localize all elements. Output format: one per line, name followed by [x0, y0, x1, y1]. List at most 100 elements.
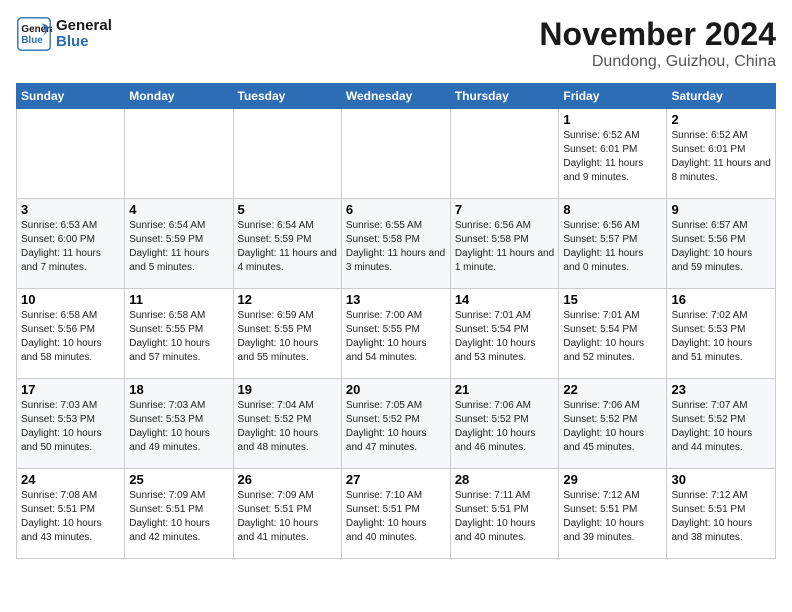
calendar-cell: 11 Sunrise: 6:58 AM Sunset: 5:55 PM Dayli… [125, 289, 233, 379]
day-number: 21 [455, 382, 555, 397]
logo-blue: Blue [56, 34, 112, 51]
calendar-cell: 20 Sunrise: 7:05 AM Sunset: 5:52 PM Dayli… [341, 379, 450, 469]
day-number: 17 [21, 382, 120, 397]
calendar-cell: 18Sunrise: 7:03 AM Sunset: 5:53 PM Dayli… [125, 379, 233, 469]
day-info: Sunrise: 6:56 AM Sunset: 5:57 PM Dayligh… [563, 219, 662, 275]
calendar-cell: 28 Sunrise: 7:11 AM Sunset: 5:51 PM Dayli… [450, 469, 559, 559]
logo-text: General [56, 18, 112, 35]
location-title: Dundong, Guizhou, China [539, 53, 776, 71]
day-number: 6 [346, 202, 446, 217]
day-info: Sunrise: 7:10 AM Sunset: 5:51 PM Dayligh… [346, 489, 446, 545]
day-number: 23 [671, 382, 771, 397]
calendar-cell: 17Sunrise: 7:03 AM Sunset: 5:53 PM Dayli… [17, 379, 125, 469]
week-row-1: 1Sunrise: 6:52 AM Sunset: 6:01 PM Daylig… [17, 109, 776, 199]
day-number: 11 [129, 292, 228, 307]
week-row-5: 24 Sunrise: 7:08 AM Sunset: 5:51 PM Dayli… [17, 469, 776, 559]
weekday-header-friday: Friday [559, 84, 667, 109]
day-number: 19 [238, 382, 337, 397]
day-info: Sunrise: 7:01 AM Sunset: 5:54 PM Dayligh… [455, 309, 555, 365]
calendar-cell: 6Sunrise: 6:55 AM Sunset: 5:58 PM Daylig… [341, 199, 450, 289]
calendar-cell: 15 Sunrise: 7:01 AM Sunset: 5:54 PM Dayli… [559, 289, 667, 379]
day-info: Sunrise: 7:06 AM Sunset: 5:52 PM Dayligh… [563, 399, 662, 455]
day-number: 5 [238, 202, 337, 217]
day-info: Sunrise: 7:05 AM Sunset: 5:52 PM Dayligh… [346, 399, 446, 455]
calendar-cell: 24 Sunrise: 7:08 AM Sunset: 5:51 PM Dayli… [17, 469, 125, 559]
calendar-cell: 19Sunrise: 7:04 AM Sunset: 5:52 PM Dayli… [233, 379, 341, 469]
logo-icon: General Blue [16, 16, 52, 52]
day-info: Sunrise: 7:12 AM Sunset: 5:51 PM Dayligh… [671, 489, 771, 545]
day-info: Sunrise: 7:11 AM Sunset: 5:51 PM Dayligh… [455, 489, 555, 545]
day-number: 16 [671, 292, 771, 307]
day-info: Sunrise: 7:06 AM Sunset: 5:52 PM Dayligh… [455, 399, 555, 455]
calendar-table: SundayMondayTuesdayWednesdayThursdayFrid… [16, 83, 776, 559]
header: General Blue General Blue November 2024 … [16, 16, 776, 71]
day-info: Sunrise: 6:56 AM Sunset: 5:58 PM Dayligh… [455, 219, 555, 275]
day-info: Sunrise: 7:09 AM Sunset: 5:51 PM Dayligh… [238, 489, 337, 545]
day-number: 12 [238, 292, 337, 307]
day-info: Sunrise: 6:58 AM Sunset: 5:56 PM Dayligh… [21, 309, 120, 365]
day-number: 20 [346, 382, 446, 397]
weekday-header-monday: Monday [125, 84, 233, 109]
day-info: Sunrise: 6:59 AM Sunset: 5:55 PM Dayligh… [238, 309, 337, 365]
calendar-cell: 30 Sunrise: 7:12 AM Sunset: 5:51 PM Dayli… [667, 469, 776, 559]
day-number: 2 [671, 112, 771, 127]
day-number: 14 [455, 292, 555, 307]
day-number: 22 [563, 382, 662, 397]
day-info: Sunrise: 6:52 AM Sunset: 6:01 PM Dayligh… [563, 129, 662, 185]
logo: General Blue General Blue [16, 16, 112, 52]
day-number: 3 [21, 202, 120, 217]
calendar-cell: 21 Sunrise: 7:06 AM Sunset: 5:52 PM Dayli… [450, 379, 559, 469]
week-row-2: 3Sunrise: 6:53 AM Sunset: 6:00 PM Daylig… [17, 199, 776, 289]
calendar-cell: 25Sunrise: 7:09 AM Sunset: 5:51 PM Dayli… [125, 469, 233, 559]
calendar-cell: 7Sunrise: 6:56 AM Sunset: 5:58 PM Daylig… [450, 199, 559, 289]
weekday-header-tuesday: Tuesday [233, 84, 341, 109]
calendar-cell: 27 Sunrise: 7:10 AM Sunset: 5:51 PM Dayli… [341, 469, 450, 559]
calendar-cell: 12 Sunrise: 6:59 AM Sunset: 5:55 PM Dayli… [233, 289, 341, 379]
day-number: 28 [455, 472, 555, 487]
day-info: Sunrise: 7:01 AM Sunset: 5:54 PM Dayligh… [563, 309, 662, 365]
day-number: 30 [671, 472, 771, 487]
calendar-cell: 13Sunrise: 7:00 AM Sunset: 5:55 PM Dayli… [341, 289, 450, 379]
calendar-cell: 2 Sunrise: 6:52 AM Sunset: 6:01 PM Daylig… [667, 109, 776, 199]
day-number: 27 [346, 472, 446, 487]
title-area: November 2024 Dundong, Guizhou, China [539, 16, 776, 71]
day-info: Sunrise: 6:52 AM Sunset: 6:01 PM Dayligh… [671, 129, 771, 185]
week-row-4: 17Sunrise: 7:03 AM Sunset: 5:53 PM Dayli… [17, 379, 776, 469]
calendar-cell: 5Sunrise: 6:54 AM Sunset: 5:59 PM Daylig… [233, 199, 341, 289]
calendar-cell [233, 109, 341, 199]
week-row-3: 10 Sunrise: 6:58 AM Sunset: 5:56 PM Dayli… [17, 289, 776, 379]
day-info: Sunrise: 7:02 AM Sunset: 5:53 PM Dayligh… [671, 309, 771, 365]
calendar-cell [341, 109, 450, 199]
day-number: 4 [129, 202, 228, 217]
month-title: November 2024 [539, 16, 776, 53]
day-info: Sunrise: 7:09 AM Sunset: 5:51 PM Dayligh… [129, 489, 228, 545]
day-number: 24 [21, 472, 120, 487]
calendar-cell: 4Sunrise: 6:54 AM Sunset: 5:59 PM Daylig… [125, 199, 233, 289]
weekday-header-sunday: Sunday [17, 84, 125, 109]
day-number: 15 [563, 292, 662, 307]
svg-text:Blue: Blue [21, 35, 43, 46]
calendar-cell: 14 Sunrise: 7:01 AM Sunset: 5:54 PM Dayli… [450, 289, 559, 379]
day-number: 10 [21, 292, 120, 307]
day-info: Sunrise: 7:12 AM Sunset: 5:51 PM Dayligh… [563, 489, 662, 545]
day-number: 26 [238, 472, 337, 487]
weekday-header-row: SundayMondayTuesdayWednesdayThursdayFrid… [17, 84, 776, 109]
day-info: Sunrise: 6:58 AM Sunset: 5:55 PM Dayligh… [129, 309, 228, 365]
day-number: 8 [563, 202, 662, 217]
weekday-header-thursday: Thursday [450, 84, 559, 109]
weekday-header-wednesday: Wednesday [341, 84, 450, 109]
calendar-cell: 9Sunrise: 6:57 AM Sunset: 5:56 PM Daylig… [667, 199, 776, 289]
day-number: 18 [129, 382, 228, 397]
calendar-cell [450, 109, 559, 199]
calendar-cell: 29Sunrise: 7:12 AM Sunset: 5:51 PM Dayli… [559, 469, 667, 559]
calendar-cell: 10 Sunrise: 6:58 AM Sunset: 5:56 PM Dayli… [17, 289, 125, 379]
calendar-cell [125, 109, 233, 199]
weekday-header-saturday: Saturday [667, 84, 776, 109]
day-info: Sunrise: 7:07 AM Sunset: 5:52 PM Dayligh… [671, 399, 771, 455]
calendar-cell: 3Sunrise: 6:53 AM Sunset: 6:00 PM Daylig… [17, 199, 125, 289]
day-info: Sunrise: 7:08 AM Sunset: 5:51 PM Dayligh… [21, 489, 120, 545]
day-info: Sunrise: 7:00 AM Sunset: 5:55 PM Dayligh… [346, 309, 446, 365]
calendar-cell: 8 Sunrise: 6:56 AM Sunset: 5:57 PM Daylig… [559, 199, 667, 289]
calendar-cell: 16 Sunrise: 7:02 AM Sunset: 5:53 PM Dayli… [667, 289, 776, 379]
calendar-cell: 22 Sunrise: 7:06 AM Sunset: 5:52 PM Dayli… [559, 379, 667, 469]
